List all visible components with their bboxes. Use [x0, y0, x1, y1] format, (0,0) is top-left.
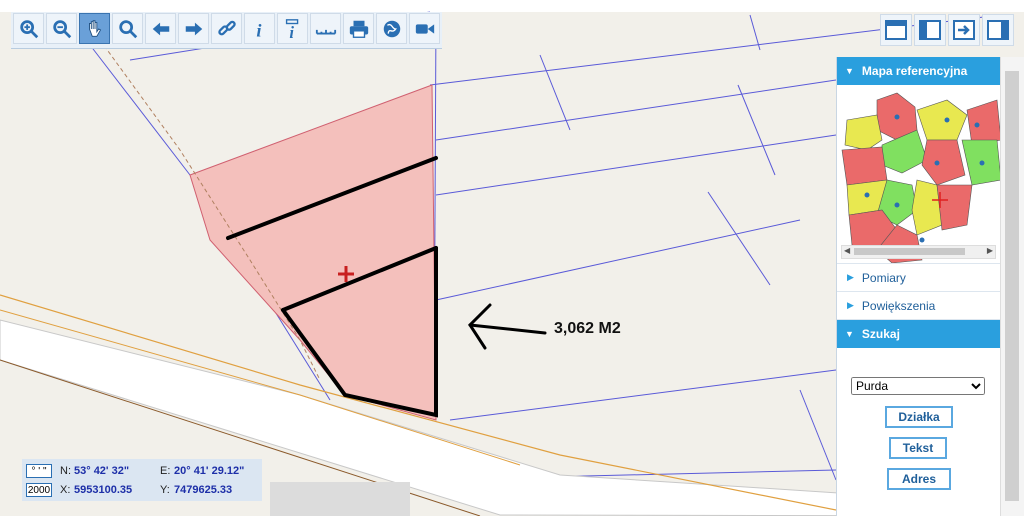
link-icon	[217, 20, 236, 35]
panel-scroll-thumb[interactable]	[1005, 71, 1019, 501]
info-edit-button[interactable]: i	[277, 13, 308, 44]
reference-map-title: Mapa referencyjna	[861, 64, 968, 78]
info-icon: i	[256, 20, 262, 40]
minimap-scrollbar[interactable]: ◀ ▶	[841, 245, 996, 259]
forward-button[interactable]	[178, 13, 209, 44]
side-panel: ▼ Mapa referencyjna ◀ ▶ ▶ Pomiary ▶ Powiększ…	[836, 57, 1000, 516]
svg-text:i: i	[256, 20, 262, 40]
text-search-button[interactable]: Tekst	[889, 437, 947, 459]
info-button[interactable]: i	[244, 13, 275, 44]
area-annotation: 3,062 M2	[554, 320, 621, 337]
layout-export-button[interactable]	[948, 14, 980, 46]
address-search-button[interactable]: Adres	[887, 468, 951, 490]
link-button[interactable]	[211, 13, 242, 44]
globe-icon	[383, 20, 400, 37]
scroll-left-icon[interactable]: ◀	[844, 246, 850, 255]
layout-top-button[interactable]	[880, 14, 912, 46]
minimap-graphic	[837, 85, 1000, 263]
map-toolbar: i i	[11, 12, 442, 49]
layout-left-button[interactable]	[914, 14, 946, 46]
search-title: Szukaj	[861, 327, 900, 341]
layout-right-button[interactable]	[982, 14, 1014, 46]
measurements-label: Pomiary	[861, 270, 906, 285]
zoom-out-icon	[52, 19, 71, 38]
zoom-out-button[interactable]	[46, 13, 77, 44]
back-button[interactable]	[145, 13, 176, 44]
export-icon	[953, 20, 975, 40]
collapse-arrow-icon: ▼	[845, 66, 854, 76]
zoom-extent-button[interactable]	[112, 13, 143, 44]
layout-toolbar	[880, 14, 1014, 46]
x-value: 5953100.35	[74, 484, 133, 496]
reference-map-header[interactable]: ▼ Mapa referencyjna	[837, 57, 1000, 85]
layout-left-icon	[919, 20, 941, 40]
svg-text:i: i	[289, 23, 294, 40]
info-edit-icon: i	[285, 18, 298, 40]
video-button[interactable]	[409, 13, 440, 44]
arrow-right-icon	[185, 22, 202, 35]
ruler-icon	[315, 29, 336, 34]
expand-arrow-icon: ▶	[847, 272, 854, 282]
print-button[interactable]	[343, 13, 374, 44]
coordinates-box: ° ' " 2000 N: 53° 42' 32" E: 20° 41' 29.…	[22, 459, 262, 501]
globe-button[interactable]	[376, 13, 407, 44]
pan-button[interactable]	[79, 13, 110, 44]
panel-scrollbar[interactable]	[1000, 57, 1024, 516]
zooms-item[interactable]: ▶ Powiększenia	[837, 292, 1000, 320]
parcel-search-button[interactable]: Działka	[885, 406, 953, 428]
scale-format-toggle[interactable]: 2000	[26, 483, 52, 497]
layout-right-icon	[987, 20, 1009, 40]
video-icon	[415, 23, 434, 34]
minimap-scroll-thumb[interactable]	[854, 248, 965, 255]
pan-hand-icon	[88, 19, 101, 37]
print-icon	[349, 20, 368, 38]
scroll-right-icon[interactable]: ▶	[987, 246, 993, 255]
search-select[interactable]: Purda	[851, 377, 985, 395]
arrow-left-icon	[152, 22, 169, 35]
x-label: X:	[60, 484, 71, 496]
y-value: 7479625.33	[174, 484, 233, 496]
reference-minimap[interactable]: ◀ ▶	[837, 85, 1000, 264]
layout-top-icon	[885, 20, 907, 40]
search-header[interactable]: ▼ Szukaj	[837, 320, 1000, 348]
e-label: E:	[160, 465, 171, 477]
zoom-extent-icon	[118, 19, 137, 38]
expand-arrow-icon: ▶	[847, 300, 854, 310]
collapse-arrow-icon: ▼	[845, 329, 854, 339]
measurements-item[interactable]: ▶ Pomiary	[837, 264, 1000, 292]
n-value: 53° 42' 32"	[74, 465, 130, 477]
n-label: N:	[60, 465, 71, 477]
zooms-label: Powiększenia	[861, 298, 936, 313]
e-value: 20° 41' 29.12"	[174, 465, 245, 477]
zoom-in-icon	[19, 19, 38, 38]
y-label: Y:	[160, 484, 170, 496]
dms-format-toggle[interactable]: ° ' "	[26, 464, 52, 478]
zoom-in-button[interactable]	[13, 13, 44, 44]
measure-button[interactable]	[310, 13, 341, 44]
